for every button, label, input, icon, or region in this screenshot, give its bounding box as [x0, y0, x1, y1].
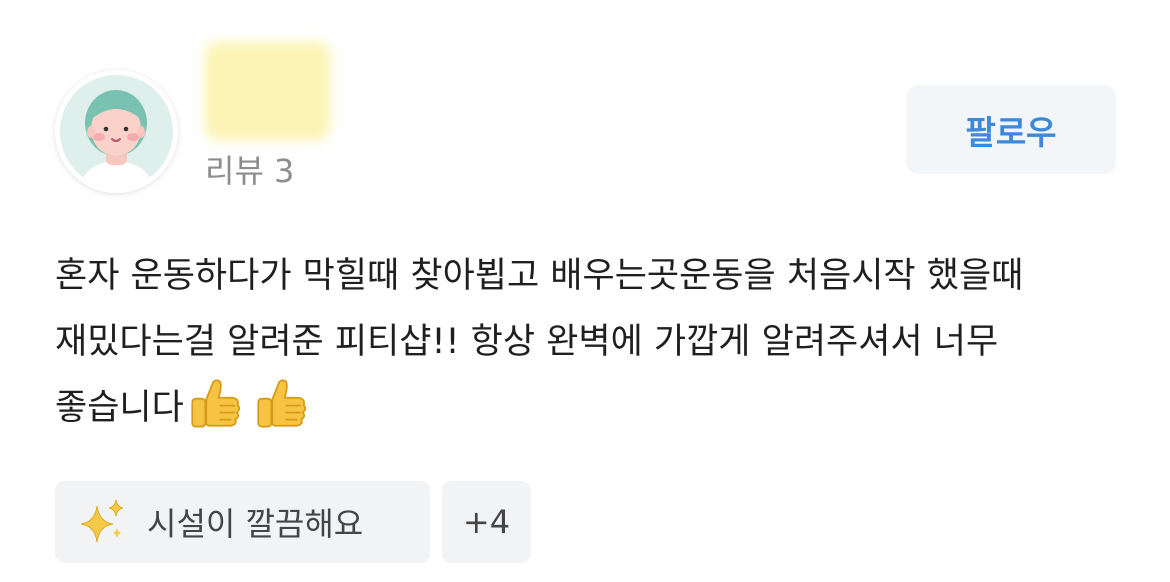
avatar-illustration [60, 75, 173, 188]
review-count: 리뷰 3 [205, 152, 295, 190]
thumbs-up-icon [257, 379, 306, 428]
thumbs-up-icon [191, 379, 240, 428]
author-name-redaction [205, 42, 330, 140]
avatar[interactable] [55, 70, 178, 193]
more-tags-button[interactable]: +4 [442, 481, 531, 563]
keyword-tag[interactable]: 시설이 깔끔해요 [55, 481, 430, 563]
review-text-block: 혼자 운동하다가 막힐때 찾아뵙고 배우는곳운동을 처음시작 했을때 재밌다는걸… [55, 243, 1120, 441]
sparkles-icon [80, 499, 124, 543]
keyword-tag-label: 시설이 깔끔해요 [147, 505, 364, 543]
follow-button[interactable]: 팔로우 [906, 85, 1116, 174]
